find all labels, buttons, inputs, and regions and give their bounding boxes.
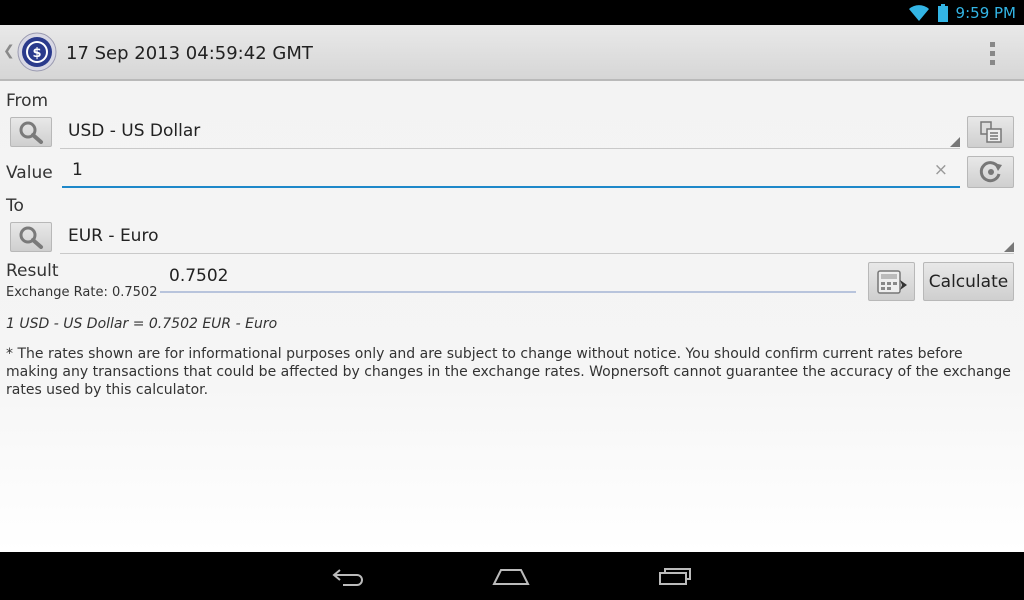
recents-button[interactable] [649, 560, 699, 592]
status-time: 9:59 PM [955, 3, 1016, 22]
search-icon [19, 121, 43, 144]
refresh-button[interactable] [967, 156, 1014, 188]
status-bar: 9:59 PM [0, 0, 1024, 25]
calculator-button[interactable] [868, 262, 915, 301]
disclaimer-text: * The rates shown are for informational … [6, 346, 1011, 398]
result-field[interactable]: 0.7502 [160, 263, 856, 293]
spinner-arrow-icon [950, 137, 960, 147]
clear-icon[interactable]: × [934, 160, 948, 180]
converter-form: From USD - US Dollar Value 1 × To EUR - … [0, 81, 1024, 552]
exchange-rate-label: Exchange Rate: 0.7502 [6, 285, 158, 300]
system-nav-bar [0, 552, 1024, 600]
calculate-button-label: Calculate [928, 271, 1009, 292]
wifi-icon [908, 4, 929, 21]
spinner-arrow-icon [1004, 242, 1014, 252]
to-currency-value: EUR - Euro [68, 226, 159, 246]
battery-icon [937, 3, 948, 22]
home-icon [492, 569, 530, 585]
overflow-menu-icon[interactable] [980, 39, 1004, 67]
value-input[interactable]: 1 × [62, 156, 960, 188]
value-input-text: 1 [72, 160, 83, 180]
up-caret-icon[interactable]: ❮ [3, 43, 15, 59]
result-value: 0.7502 [169, 266, 229, 286]
calculator-icon [876, 269, 907, 294]
app-dollar-icon[interactable]: $ [16, 31, 58, 73]
svg-text:$: $ [32, 46, 41, 61]
back-icon [332, 569, 363, 586]
calculate-button[interactable]: Calculate [923, 262, 1014, 301]
from-label: From [6, 91, 49, 111]
recents-icon [659, 568, 691, 585]
conversion-summary: 1 USD - US Dollar = 0.7502 EUR - Euro [6, 316, 278, 332]
action-bar: ❮ $ 17 Sep 2013 04:59:42 GMT [0, 25, 1024, 81]
result-label: Result [6, 261, 59, 281]
from-currency-value: USD - US Dollar [68, 121, 201, 141]
action-bar-title: 17 Sep 2013 04:59:42 GMT [66, 43, 313, 64]
refresh-icon [979, 161, 1002, 183]
currency-list-icon [979, 121, 1002, 143]
back-button[interactable] [324, 560, 374, 592]
to-currency-spinner[interactable]: EUR - Euro [60, 220, 1014, 254]
to-label: To [6, 196, 24, 216]
from-search-button[interactable] [10, 117, 52, 147]
value-label: Value [6, 163, 53, 183]
search-icon [19, 226, 43, 249]
from-currency-spinner[interactable]: USD - US Dollar [60, 115, 960, 149]
to-search-button[interactable] [10, 222, 52, 252]
currency-list-button[interactable] [967, 116, 1014, 148]
home-button[interactable] [486, 560, 536, 592]
